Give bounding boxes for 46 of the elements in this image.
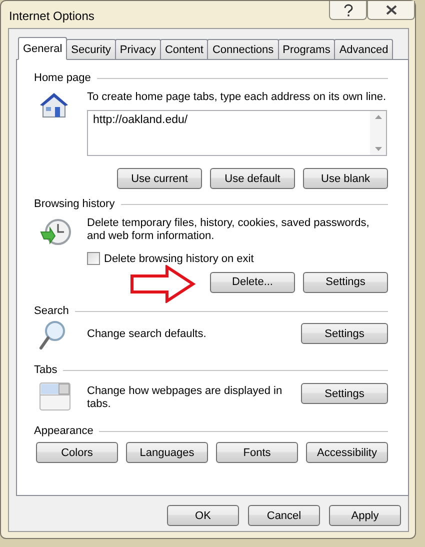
description-text: Change search defaults. xyxy=(87,328,208,341)
dialog-button[interactable]: Cancel xyxy=(248,505,320,526)
dialog-button[interactable]: Languages xyxy=(126,442,208,463)
dialog-button[interactable]: Fonts xyxy=(216,442,298,463)
window-title: Internet Options xyxy=(9,9,96,23)
home-page-field[interactable]: http://oakland.edu/ xyxy=(87,110,387,156)
dialog-button[interactable]: Use current xyxy=(117,168,202,189)
search-icon xyxy=(39,320,67,350)
section-heading: Search xyxy=(34,305,69,317)
section-heading: Tabs xyxy=(34,364,58,376)
dialog-button[interactable]: Accessibility xyxy=(306,442,388,463)
tab[interactable]: General xyxy=(18,37,68,60)
checkbox[interactable] xyxy=(87,252,100,265)
tab[interactable]: Advanced xyxy=(334,39,394,59)
description-text: Delete temporary files, history, cookies, saved passwords, and web form information. xyxy=(87,217,370,243)
help-button[interactable] xyxy=(329,1,367,20)
scroll-down-icon xyxy=(374,147,382,151)
close-icon xyxy=(386,5,396,15)
arrow-annotation-icon xyxy=(130,265,196,303)
dialog-button[interactable]: Use default xyxy=(210,168,295,189)
checkbox-label: Delete browsing history on exit xyxy=(104,252,254,264)
section-heading: Home page xyxy=(34,72,91,84)
scrollbar[interactable] xyxy=(370,111,386,155)
tab[interactable]: Privacy xyxy=(114,39,161,59)
tab[interactable]: Security xyxy=(66,39,116,59)
tab[interactable]: Connections xyxy=(207,39,279,59)
dialog-button[interactable]: Use blank xyxy=(303,168,388,189)
description-text: To create home page tabs, type each address on its own line. xyxy=(87,91,388,104)
dialog-button[interactable]: Settings xyxy=(303,272,388,292)
section-heading: Browsing history xyxy=(34,198,115,210)
tab[interactable]: Content xyxy=(160,39,208,59)
dialog-button[interactable]: Apply xyxy=(329,505,401,526)
house-icon xyxy=(39,91,69,119)
scroll-up-icon xyxy=(374,115,382,119)
description-text: Change how webpages are displayed in tabs. xyxy=(87,385,284,411)
section-heading: Appearance xyxy=(34,425,94,437)
help-icon xyxy=(344,4,352,16)
tab[interactable]: Programs xyxy=(278,39,336,59)
tabs-icon xyxy=(39,381,71,411)
dialog-button[interactable]: Colors xyxy=(36,442,118,463)
close-button[interactable] xyxy=(367,1,415,20)
dialog-button[interactable]: Settings xyxy=(301,383,388,404)
dialog-button[interactable]: Settings xyxy=(301,323,388,344)
clock-icon xyxy=(39,217,71,247)
dialog-button[interactable]: OK xyxy=(167,505,239,526)
dialog-button[interactable]: Delete... xyxy=(210,272,295,292)
